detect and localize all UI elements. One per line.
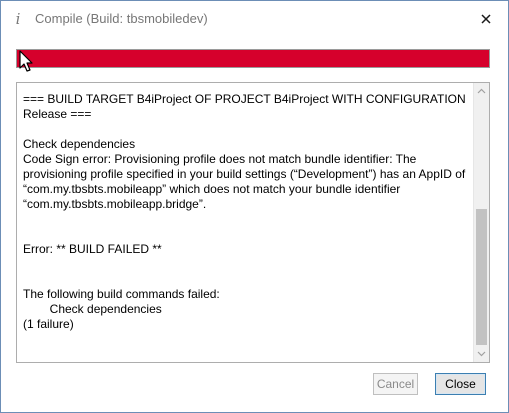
compile-dialog: i Compile (Build: tbsmobiledev) === BUIL… (0, 0, 509, 413)
scroll-down-arrow-icon[interactable] (474, 346, 489, 362)
cancel-button[interactable]: Cancel (373, 373, 418, 395)
build-progress-bar (16, 49, 490, 68)
close-button[interactable]: Close (435, 373, 486, 395)
progress-fill (17, 50, 489, 67)
build-log[interactable]: === BUILD TARGET B4iProject OF PROJECT B… (16, 82, 490, 363)
vertical-scrollbar[interactable] (473, 83, 489, 362)
title-bar[interactable]: i Compile (Build: tbsmobiledev) (1, 1, 508, 37)
info-icon: i (15, 10, 21, 28)
mouse-pointer-icon (19, 50, 35, 74)
build-log-text: === BUILD TARGET B4iProject OF PROJECT B… (23, 92, 466, 331)
scrollbar-thumb[interactable] (476, 209, 487, 345)
close-icon[interactable] (475, 8, 497, 30)
window-title: Compile (Build: tbsmobiledev) (35, 11, 208, 26)
scroll-up-arrow-icon[interactable] (474, 83, 489, 99)
